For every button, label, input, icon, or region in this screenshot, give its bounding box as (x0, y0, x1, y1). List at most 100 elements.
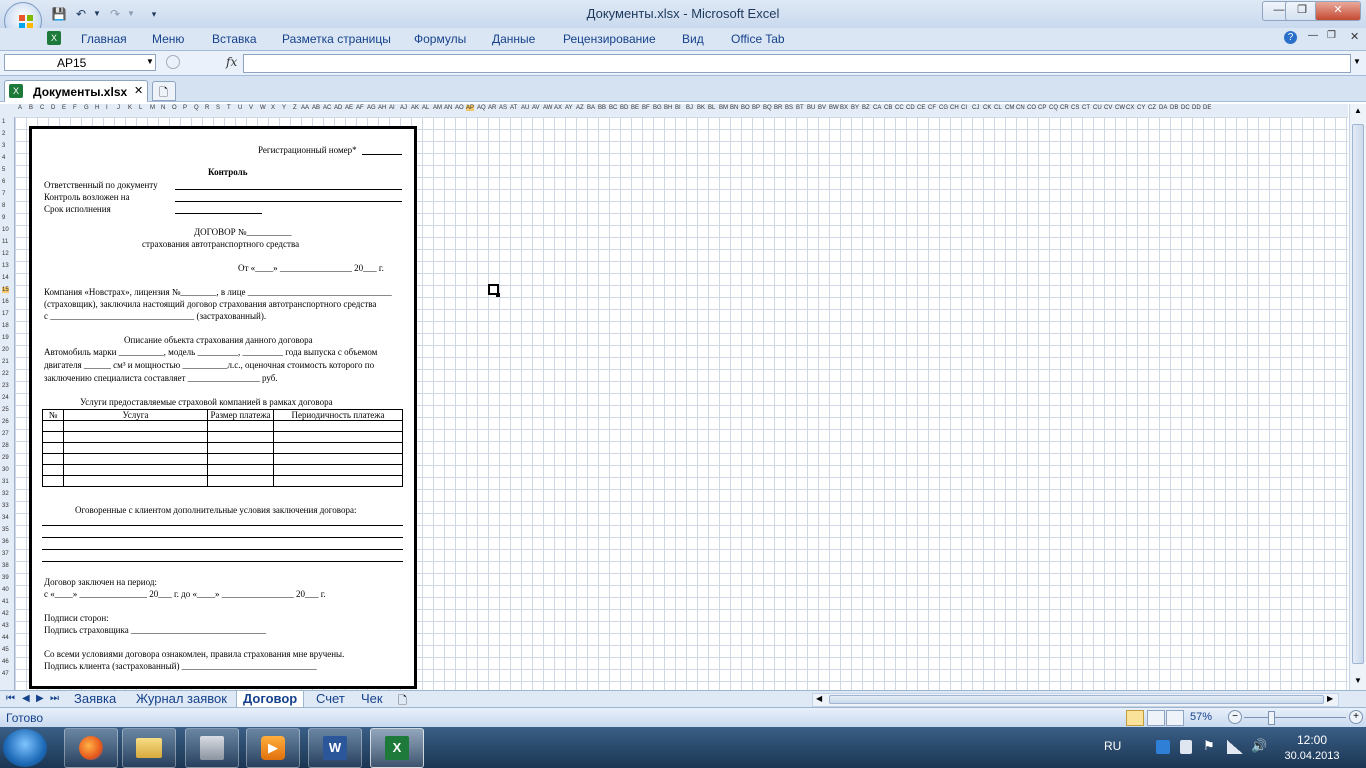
taskbar-word[interactable]: W (308, 728, 362, 768)
column-header[interactable]: BS (785, 105, 793, 111)
column-header[interactable]: CA (873, 105, 881, 111)
row-header[interactable]: 23 (2, 383, 9, 389)
scroll-right-icon[interactable]: ▶ (1327, 694, 1333, 703)
table-cell[interactable] (207, 453, 274, 465)
row-header[interactable]: 44 (2, 635, 9, 641)
column-header[interactable]: BB (598, 105, 606, 111)
column-header[interactable]: AR (488, 105, 496, 111)
table-cell[interactable] (207, 431, 274, 443)
save-icon[interactable]: 💾 (50, 5, 68, 23)
row-header[interactable]: 43 (2, 623, 9, 629)
column-header[interactable]: R (205, 105, 209, 111)
table-cell[interactable] (42, 431, 64, 443)
taskbar-firefox[interactable] (64, 728, 118, 768)
scroll-left-icon[interactable]: ◀ (816, 694, 822, 703)
column-header[interactable]: AK (411, 105, 419, 111)
page-layout-view-icon[interactable] (1147, 710, 1165, 726)
table-cell[interactable] (63, 453, 208, 465)
column-header[interactable]: CV (1104, 105, 1112, 111)
column-header[interactable]: K (128, 105, 132, 111)
column-header[interactable]: BN (730, 105, 738, 111)
clock-date[interactable]: 30.04.2013 (1282, 750, 1342, 762)
row-header[interactable]: 42 (2, 611, 9, 617)
row-header[interactable]: 13 (2, 263, 9, 269)
row-header[interactable]: 20 (2, 347, 9, 353)
table-cell[interactable] (63, 431, 208, 443)
column-header[interactable]: Y (282, 105, 286, 111)
column-header[interactable]: AT (510, 105, 517, 111)
row-header[interactable]: 45 (2, 647, 9, 653)
row-header[interactable]: 31 (2, 479, 9, 485)
column-header[interactable]: CB (884, 105, 892, 111)
column-header[interactable]: L (139, 105, 142, 111)
column-header[interactable]: CF (928, 105, 936, 111)
column-header[interactable]: B (29, 105, 33, 111)
column-header[interactable]: AM (433, 105, 442, 111)
ribbon-minimize-icon[interactable]: — (1308, 30, 1318, 41)
column-header[interactable]: AC (323, 105, 331, 111)
row-header[interactable]: 3 (2, 143, 5, 149)
undo-dropdown-icon[interactable]: ▼ (88, 5, 106, 23)
row-header[interactable]: 9 (2, 215, 5, 221)
table-cell[interactable] (42, 475, 64, 487)
column-header[interactable]: AQ (477, 105, 486, 111)
column-header[interactable]: CS (1071, 105, 1079, 111)
redo-dropdown-icon[interactable]: ▼ (122, 5, 140, 23)
fill-handle[interactable] (496, 293, 500, 297)
column-header[interactable]: BU (807, 105, 815, 111)
column-header[interactable]: CZ (1148, 105, 1156, 111)
column-header[interactable]: AW (543, 105, 552, 111)
row-header[interactable]: 35 (2, 527, 9, 533)
column-header[interactable]: CP (1038, 105, 1046, 111)
column-header[interactable]: I (106, 105, 108, 111)
column-header[interactable]: CR (1060, 105, 1069, 111)
column-header[interactable]: DA (1159, 105, 1167, 111)
table-cell[interactable] (207, 475, 274, 487)
column-header[interactable]: CW (1115, 105, 1125, 111)
tab-view[interactable]: Вид (682, 32, 704, 46)
close-button[interactable]: ✕ (1315, 1, 1361, 21)
column-header[interactable]: O (172, 105, 177, 111)
row-header[interactable]: 2 (2, 131, 5, 137)
column-header[interactable]: AX (554, 105, 562, 111)
column-header[interactable]: AA (301, 105, 309, 111)
row-header[interactable]: 36 (2, 539, 9, 545)
column-header[interactable]: BR (774, 105, 782, 111)
table-cell[interactable] (207, 464, 274, 476)
column-header[interactable]: CM (1005, 105, 1014, 111)
row-header[interactable]: 6 (2, 179, 5, 185)
column-header[interactable]: BJ (686, 105, 693, 111)
vertical-scroll-thumb[interactable] (1352, 124, 1364, 664)
row-header[interactable]: 25 (2, 407, 9, 413)
row-header[interactable]: 22 (2, 371, 9, 377)
table-cell[interactable] (273, 442, 403, 454)
column-header[interactable]: DE (1203, 105, 1211, 111)
table-cell[interactable] (63, 420, 208, 432)
table-cell[interactable] (42, 453, 64, 465)
tab-office-tab[interactable]: Office Tab (731, 32, 785, 46)
column-header[interactable]: BI (675, 105, 681, 111)
zoom-level[interactable]: 57% (1190, 711, 1212, 723)
row-header[interactable]: 46 (2, 659, 9, 665)
column-header[interactable]: AO (455, 105, 464, 111)
maximize-button[interactable]: ❐ (1285, 1, 1319, 21)
language-indicator[interactable]: RU (1104, 739, 1121, 753)
sheet-tab-request-log[interactable]: Журнал заявок (130, 691, 233, 707)
column-header[interactable]: CN (1016, 105, 1025, 111)
column-header[interactable]: BT (796, 105, 804, 111)
tray-volume-icon[interactable]: 🔊 (1251, 738, 1267, 754)
column-header[interactable]: BG (653, 105, 662, 111)
table-cell[interactable] (273, 420, 403, 432)
column-header[interactable]: AE (345, 105, 353, 111)
row-header[interactable]: 17 (2, 311, 9, 317)
table-cell[interactable] (273, 464, 403, 476)
table-cell[interactable] (42, 420, 64, 432)
column-header[interactable]: DB (1170, 105, 1178, 111)
clock-time[interactable]: 12:00 (1282, 733, 1342, 747)
column-header[interactable]: AB (312, 105, 320, 111)
column-header[interactable]: AV (532, 105, 540, 111)
row-header[interactable]: 47 (2, 671, 9, 677)
table-cell[interactable] (273, 431, 403, 443)
sheet-tab-invoice[interactable]: Счет (310, 691, 351, 707)
column-header[interactable]: X (271, 105, 275, 111)
